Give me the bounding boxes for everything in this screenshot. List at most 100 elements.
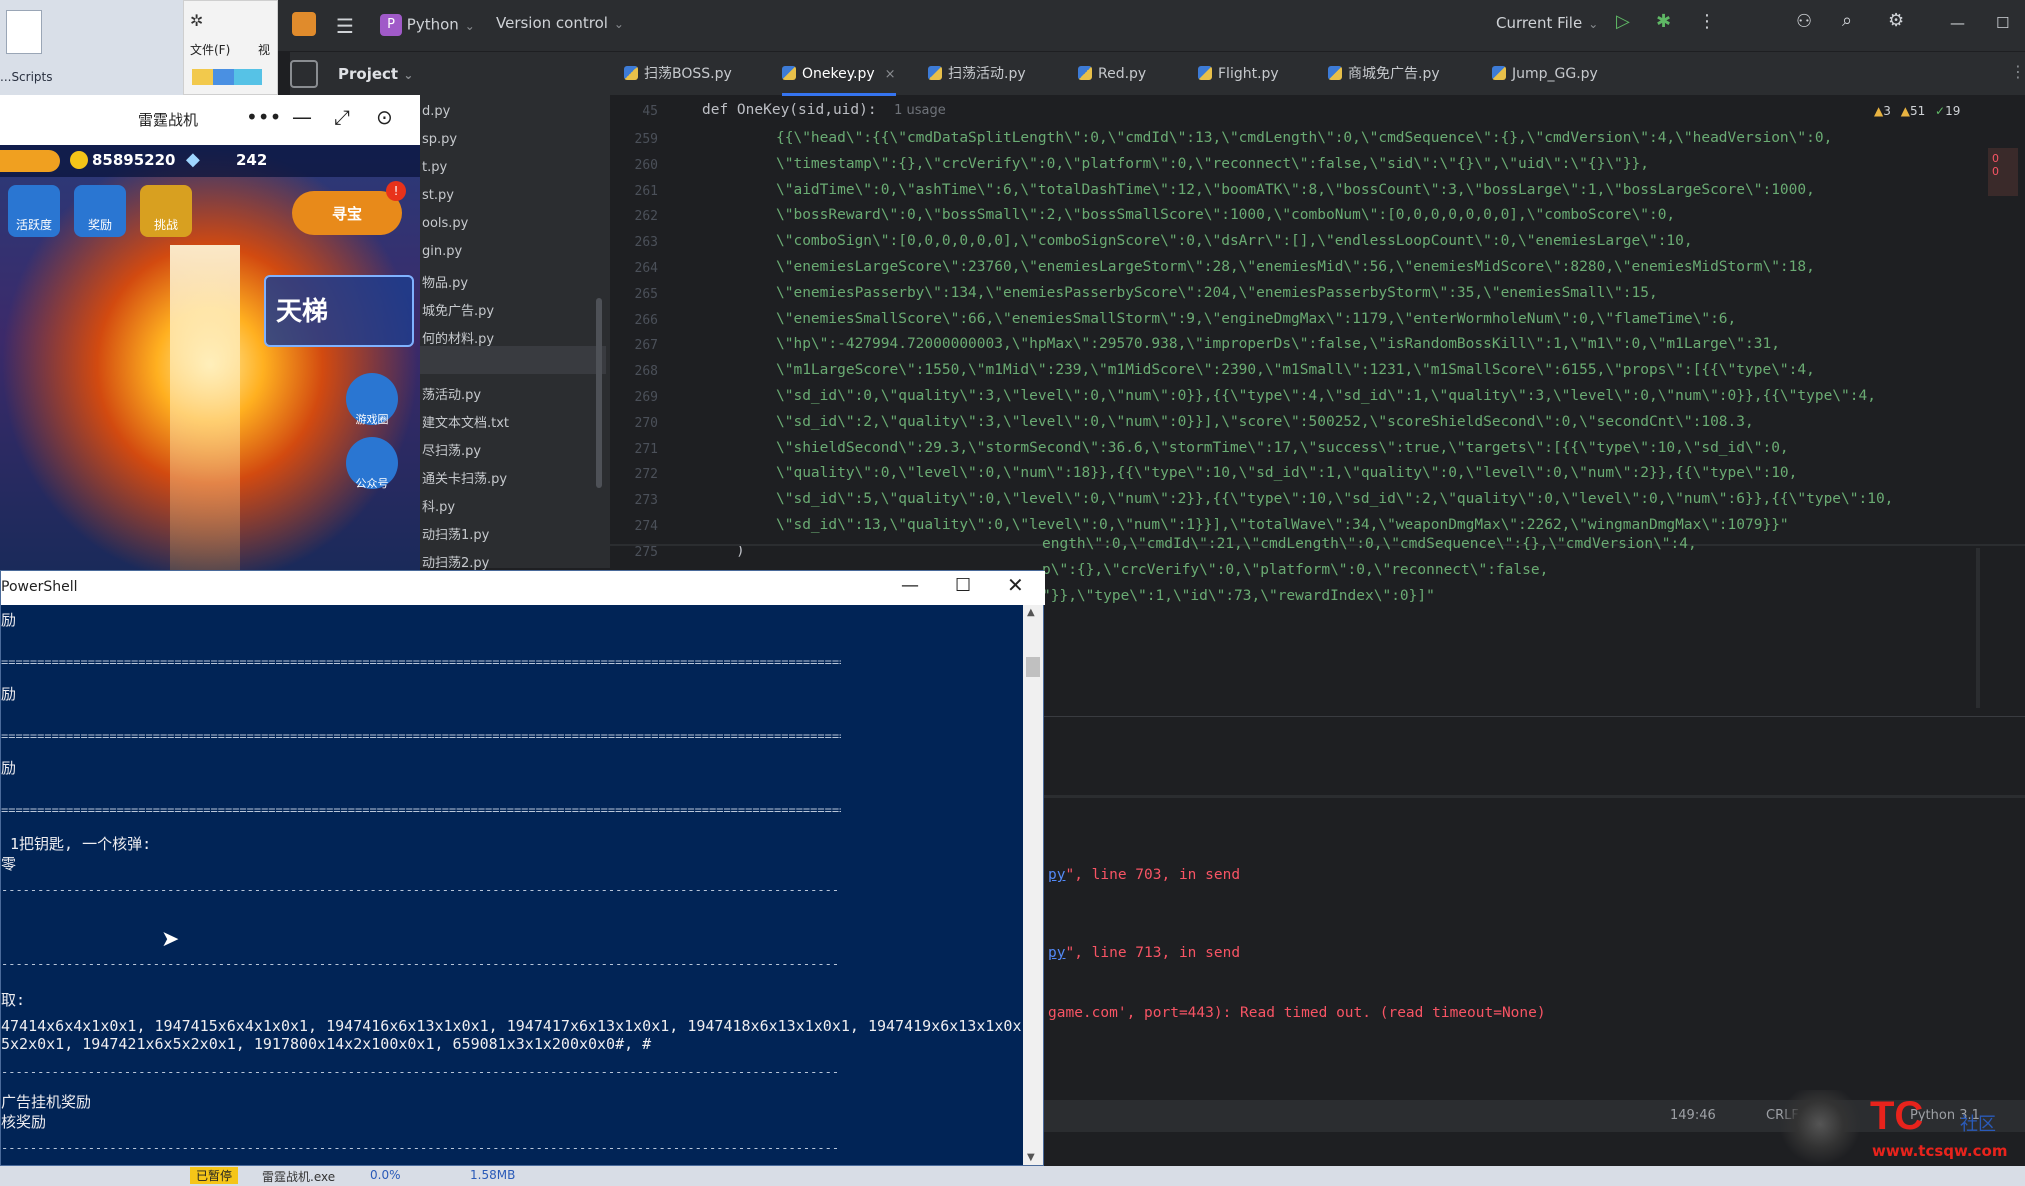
activity-button[interactable]: 活跃度 bbox=[8, 185, 60, 237]
more-actions-icon[interactable]: ⋮ bbox=[1698, 11, 1716, 32]
toolbar-icons[interactable] bbox=[192, 69, 262, 85]
code-line[interactable]: {{\"head\":{{\"cmdDataSplitLength\":0,\"… bbox=[776, 130, 1832, 146]
project-file-item[interactable]: 城免广告.py bbox=[422, 300, 494, 319]
restore-icon[interactable]: ⤢ bbox=[334, 105, 350, 129]
caret-position[interactable]: 149:46 bbox=[1670, 1108, 1716, 1123]
game-circle-button[interactable]: 游戏圈 bbox=[346, 373, 398, 426]
line-number: 263 bbox=[634, 235, 658, 251]
project-scrollbar[interactable] bbox=[596, 298, 602, 488]
challenge-button[interactable]: 挑战 bbox=[140, 185, 192, 237]
traceback-file-link[interactable]: py bbox=[1048, 945, 1065, 961]
code-line[interactable]: \"enemiesPasserby\":134,\"enemiesPasserb… bbox=[776, 285, 1658, 301]
project-file-item[interactable]: sp.py bbox=[422, 132, 457, 147]
project-file-item[interactable]: 建文本文档.txt bbox=[422, 412, 509, 431]
powershell-scrollbar[interactable]: ▲ ▼ bbox=[1023, 605, 1043, 1165]
run-icon[interactable]: ▷ bbox=[1616, 11, 1630, 32]
debug-icon[interactable]: ✱ bbox=[1656, 11, 1671, 32]
run-config-selector[interactable]: Current File ⌄ bbox=[1496, 14, 1598, 32]
tab-onekey[interactable]: Onekey.py × bbox=[782, 52, 896, 96]
maximize-icon[interactable]: ☐ bbox=[955, 575, 971, 596]
file-icon[interactable] bbox=[6, 10, 42, 54]
process-name[interactable]: 雷霆战机.exe bbox=[262, 1168, 335, 1185]
traceback-file-link[interactable]: py bbox=[1048, 867, 1065, 883]
tab-red[interactable]: Red.py bbox=[1078, 52, 1146, 96]
code-line[interactable]: \"sd_id\":13,\"quality\":0,\"level\":0,\… bbox=[776, 517, 1789, 533]
code-line[interactable]: p\":{},\"crcVerify\":0,\"platform\":0,\"… bbox=[1042, 562, 1548, 578]
minimize-icon[interactable]: — bbox=[901, 575, 919, 596]
scroll-thumb[interactable] bbox=[1026, 657, 1040, 677]
minimize-icon[interactable]: — bbox=[292, 105, 312, 129]
maximize-icon[interactable]: ☐ bbox=[1996, 14, 2009, 32]
code-line[interactable]: \"quality\":0,\"level\":0,\"num\":18}},{… bbox=[776, 465, 1797, 481]
resource-bar: 85895220 ◆ 242 bbox=[0, 145, 420, 177]
powershell-output[interactable]: 励 =======================================… bbox=[1, 605, 1025, 1165]
treasure-button[interactable]: 寻宝 bbox=[292, 191, 402, 235]
main-menu-icon[interactable]: ☰ bbox=[336, 14, 354, 38]
project-file-item[interactable]: 动扫荡1.py bbox=[422, 524, 489, 543]
code-line[interactable]: \"timestamp\":{},\"crcVerify\":0,\"platf… bbox=[776, 156, 1649, 172]
scroll-down-icon[interactable]: ▼ bbox=[1027, 1152, 1035, 1163]
project-file-item[interactable]: 荡活动.py bbox=[422, 384, 481, 403]
code-line[interactable]: \"m1LargeScore\":1550,\"m1Mid\":239,\"m1… bbox=[776, 362, 1815, 378]
game-scene[interactable]: 85895220 ◆ 242 活跃度 奖励 挑战 寻宝 ! 天梯 游戏圈 公众号 bbox=[0, 145, 420, 570]
code-line[interactable]: \"enemiesSmallScore\":66,\"enemiesSmallS… bbox=[776, 311, 1736, 327]
view-menu[interactable]: 视 bbox=[258, 41, 270, 58]
project-file-item[interactable]: gin.py bbox=[422, 244, 462, 259]
project-switcher[interactable]: P Python ⌄ bbox=[380, 14, 475, 36]
project-file-item[interactable]: 通关卡扫荡.py bbox=[422, 468, 507, 487]
project-file-item[interactable]: 动扫荡2.py bbox=[422, 552, 489, 571]
code-line[interactable]: \"comboSign\":[0,0,0,0,0,0],\"comboSignS… bbox=[776, 233, 1693, 249]
minimize-icon[interactable]: — bbox=[1950, 14, 1965, 32]
game-window[interactable]: 雷霆战机 ••• — ⤢ ⊙ 85895220 ◆ 242 活跃度 奖励 挑战 … bbox=[0, 95, 420, 570]
sticky-def-line: def OneKey(sid,uid): 1 usage bbox=[702, 102, 946, 118]
paused-status[interactable]: 已暂停 bbox=[190, 1167, 239, 1184]
usage-hint[interactable]: 1 usage bbox=[894, 103, 946, 118]
explorer-window[interactable]: ✲ 文件(F) 视 bbox=[183, 0, 278, 95]
code-line[interactable]: \"sd_id\":2,\"quality\":3,\"level\":0,\"… bbox=[776, 414, 1754, 430]
tab-flight[interactable]: Flight.py bbox=[1198, 52, 1279, 96]
project-file-item[interactable]: 尽扫荡.py bbox=[422, 440, 481, 459]
more-icon[interactable]: ••• bbox=[246, 105, 281, 129]
vip-badge[interactable] bbox=[0, 150, 60, 172]
error-gutter-marker[interactable]: 00 bbox=[1988, 148, 2018, 196]
code-line[interactable]: \"bossReward\":0,\"bossSmall\":2,\"bossS… bbox=[776, 207, 1675, 223]
code-line[interactable]: \"sd_id\":5,\"quality\":0,\"level\":0,\"… bbox=[776, 491, 1893, 507]
project-file-item[interactable]: 何的材料.py bbox=[422, 328, 494, 347]
ladder-banner[interactable]: 天梯 bbox=[264, 275, 414, 347]
close-icon[interactable]: ✕ bbox=[1007, 573, 1024, 597]
tab-sweep-boss[interactable]: 扫荡BOSS.py bbox=[624, 52, 732, 96]
scroll-up-icon[interactable]: ▲ bbox=[1027, 607, 1035, 618]
project-file-item[interactable]: t.py bbox=[422, 160, 447, 175]
site-watermark: TC 社区 www.tcsqw.com bbox=[1780, 1090, 2025, 1166]
code-line[interactable]: \"shieldSecond\":29.3,\"stormSecond\":36… bbox=[776, 440, 1789, 456]
code-line[interactable]: \"aidTime\":0,\"ashTime\":6,\"totalDashT… bbox=[776, 182, 1815, 198]
tab-shop-no-ads[interactable]: 商城免广告.py bbox=[1328, 52, 1440, 96]
project-file-item[interactable]: ools.py bbox=[422, 216, 468, 231]
file-menu[interactable]: 文件(F) bbox=[190, 41, 230, 58]
official-account-button[interactable]: 公众号 bbox=[346, 437, 398, 490]
tabs-overflow-icon[interactable]: ⋮ bbox=[2010, 62, 2025, 81]
tab-sweep-event[interactable]: 扫荡活动.py bbox=[928, 52, 1026, 96]
code-line[interactable]: ength\":0,\"cmdId\":21,\"cmdLength\":0,\… bbox=[1042, 536, 1697, 552]
project-file-item[interactable]: 物品.py bbox=[422, 272, 468, 291]
project-file-item[interactable]: st.py bbox=[422, 188, 454, 203]
close-tab-icon[interactable]: × bbox=[885, 67, 896, 82]
project-panel-header: Project ⌄ bbox=[290, 52, 610, 96]
add-user-icon[interactable]: ⚇ bbox=[1796, 11, 1812, 32]
project-panel-title[interactable]: Project ⌄ bbox=[338, 65, 413, 83]
tab-jump-gg[interactable]: Jump_GG.py bbox=[1492, 52, 1598, 96]
reward-button[interactable]: 奖励 bbox=[74, 185, 126, 237]
code-line[interactable]: \"hp\":-427994.72000000003,\"hpMax\":295… bbox=[776, 336, 1780, 352]
vcs-widget[interactable]: Version control ⌄ bbox=[496, 14, 624, 32]
code-line[interactable]: "}},\"type\":1,\"id\":73,\"rewardIndex\"… bbox=[1042, 588, 1435, 604]
folder-icon[interactable] bbox=[290, 60, 318, 88]
code-line[interactable]: \"enemiesLargeScore\":23760,\"enemiesLar… bbox=[776, 259, 1815, 275]
code-line[interactable]: \"sd_id\":0,\"quality\":3,\"level\":0,\"… bbox=[776, 388, 1876, 404]
search-icon[interactable]: ⌕ bbox=[1842, 10, 1852, 31]
project-file-item[interactable]: d.py bbox=[422, 104, 450, 119]
record-icon[interactable]: ⊙ bbox=[376, 105, 393, 129]
powershell-window[interactable]: PowerShell — ☐ ✕ 励 ======================… bbox=[0, 570, 1045, 1166]
project-file-item[interactable]: 科.py bbox=[422, 496, 455, 515]
inspection-widget[interactable]: ▲3 ▲51 ✓19 bbox=[1874, 104, 1960, 118]
settings-gear-icon[interactable]: ⚙ bbox=[1888, 10, 1904, 31]
